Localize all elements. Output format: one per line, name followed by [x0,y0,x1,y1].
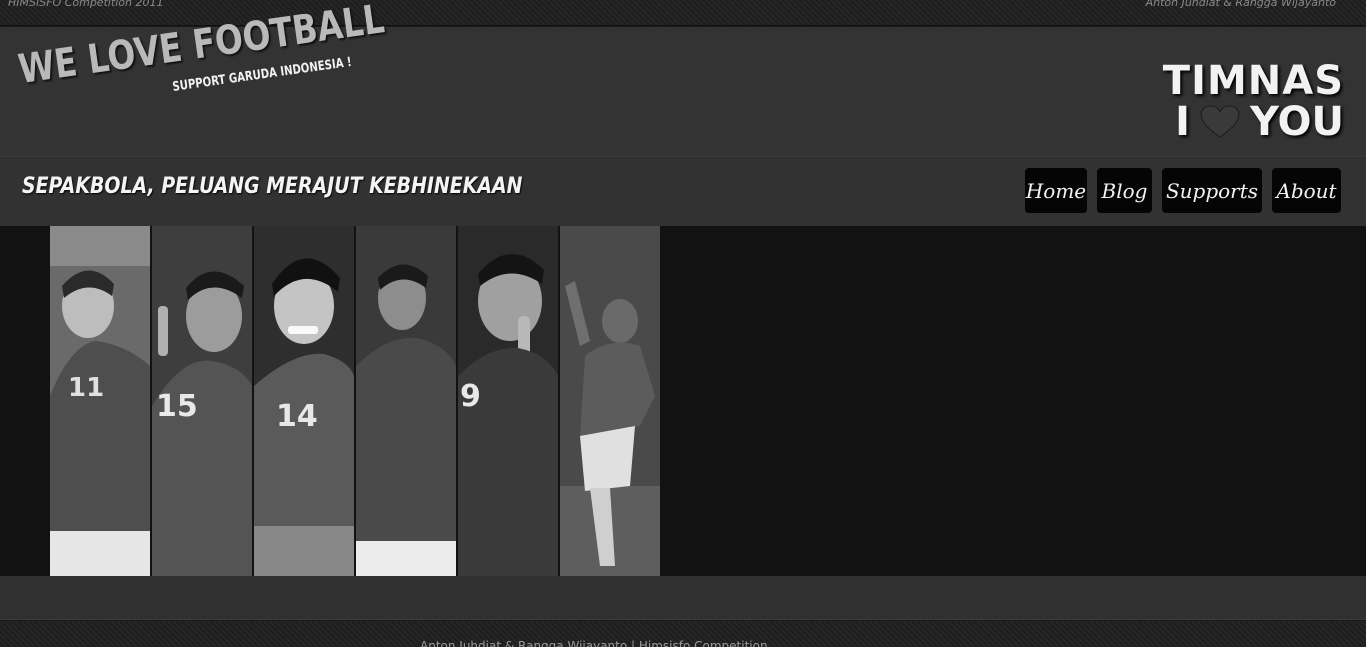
main-nav: Home Blog Supports About [1025,168,1341,213]
player-photo: 15 [152,226,252,576]
navigation-row: SEPAKBOLA, PELUANG MERAJUT KEBHINEKAAN H… [0,157,1366,226]
badge-line2: I YOU [1154,101,1344,143]
player-photo: 9 [458,226,558,576]
footer-text: Anton Juhdiat & Rangga Wijayanto | Himsi… [420,639,768,647]
nav-blog-button[interactable]: Blog [1097,168,1152,213]
timnas-badge: TIMNAS I YOU [1154,61,1344,143]
player-strips: 11 15 14 9 [50,226,660,576]
page-tagline: SEPAKBOLA, PELUANG MERAJUT KEBHINEKAAN [22,174,523,199]
content-band [0,576,1366,620]
jersey-number: 9 [460,379,481,414]
hero-banner: 11 15 14 9 [0,226,1366,576]
site-footer: Anton Juhdiat & Rangga Wijayanto | Himsi… [0,621,1366,647]
player-photo [560,226,660,576]
site-header: WE LOVE FOOTBALL SUPPORT GARUDA INDONESI… [0,0,1366,157]
jersey-number: 15 [156,389,198,424]
player-photo: 14 [254,226,354,576]
player-photo: 11 [50,226,150,576]
heart-icon [1200,105,1240,138]
player-photo [356,226,456,576]
nav-about-button[interactable]: About [1272,168,1341,213]
badge-you: YOU [1249,99,1344,145]
badge-line1: TIMNAS [1162,58,1344,104]
jersey-number: 11 [68,373,104,403]
nav-supports-button[interactable]: Supports [1162,168,1262,213]
authors-label: Anton Juhdiat & Rangga Wijayanto [1145,0,1336,9]
nav-home-button[interactable]: Home [1025,168,1087,213]
badge-i: I [1175,99,1190,145]
jersey-number: 14 [276,399,318,434]
competition-label: HIMSISFO Competition 2011 [8,0,164,9]
